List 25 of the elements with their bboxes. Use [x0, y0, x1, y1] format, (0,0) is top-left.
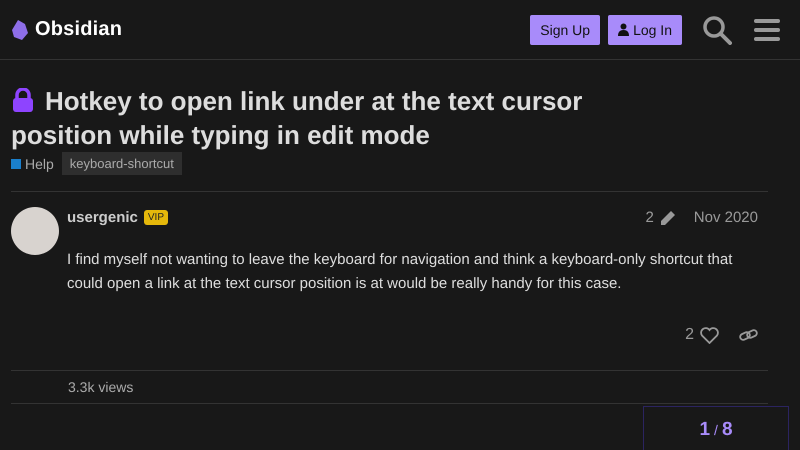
category-link[interactable]: Help: [11, 156, 54, 172]
post-date[interactable]: Nov 2020: [694, 209, 758, 226]
search-icon[interactable]: [702, 14, 732, 44]
sign-up-button[interactable]: Sign Up: [530, 14, 600, 44]
site-logo-text[interactable]: Obsidian: [35, 18, 122, 41]
progress-separator: /: [714, 422, 718, 438]
view-count: 3.3k views: [11, 371, 768, 404]
edit-count[interactable]: 2: [645, 209, 654, 226]
user-badge: VIP: [144, 210, 168, 225]
total-post-count: 8: [722, 419, 733, 441]
topic-progress-panel[interactable]: 1 / 8: [643, 406, 789, 450]
heart-icon[interactable]: [700, 326, 719, 344]
user-icon: [618, 23, 630, 36]
post-text: I find myself not wanting to leave the keyboard for navigation and think a keyboard-only shortcut that could open a link at the text cursor position is at would be really handy for this case.: [67, 250, 734, 294]
current-post-number: 1: [699, 419, 710, 441]
log-in-button[interactable]: Log In: [608, 14, 682, 44]
avatar-circle[interactable]: [11, 207, 59, 255]
topic-title: Hotkey to open link under at the text cursor position while typing in edit mode: [11, 85, 584, 152]
link-icon[interactable]: [739, 328, 758, 342]
tag-link[interactable]: keyboard-shortcut: [62, 152, 182, 175]
username-link[interactable]: usergenic: [67, 209, 138, 226]
like-count[interactable]: 2: [685, 326, 694, 344]
menu-icon[interactable]: [754, 18, 780, 42]
pencil-icon[interactable]: [660, 210, 676, 226]
crystal-logo-icon: [11, 18, 29, 40]
